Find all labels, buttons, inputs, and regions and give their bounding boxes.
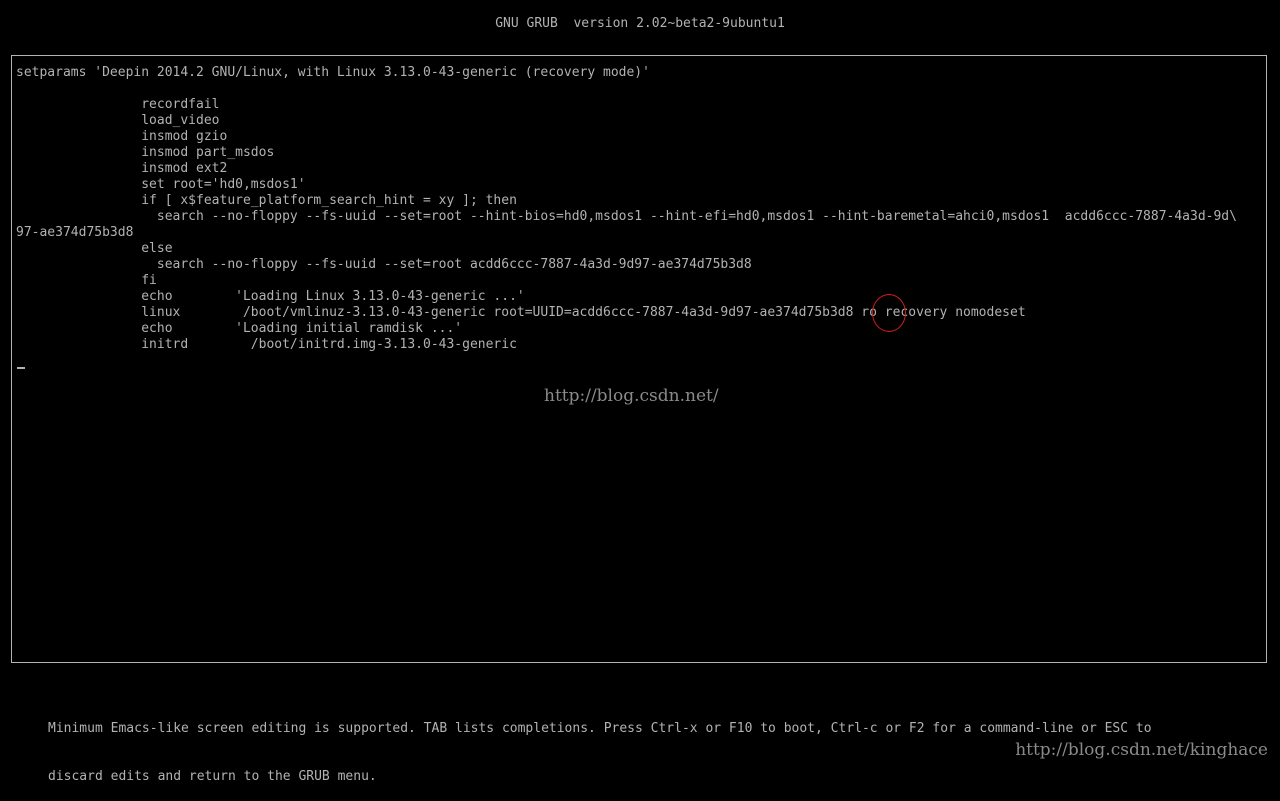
help-line-2: discard edits and return to the GRUB men… xyxy=(48,769,377,784)
red-circle-annotation xyxy=(872,294,906,332)
editor-line-initrd[interactable]: initrd /boot/initrd.img-3.13.0-43-generi… xyxy=(16,337,1237,353)
editor-line-echo-linux[interactable]: echo 'Loading Linux 3.13.0-43-generic ..… xyxy=(16,289,1237,305)
grub-header-title: GNU GRUB version 2.02~beta2-9ubuntu1 xyxy=(495,16,785,31)
editor-line-insmod-ext2[interactable]: insmod ext2 xyxy=(16,161,1237,177)
editor-line-else[interactable]: else xyxy=(16,241,1237,257)
editor-line-search-hint[interactable]: search --no-floppy --fs-uuid --set=root … xyxy=(16,209,1237,225)
editor-line-fi[interactable]: fi xyxy=(16,273,1237,289)
editor-line-load-video[interactable]: load_video xyxy=(16,113,1237,129)
editor-line-insmod-part-msdos[interactable]: insmod part_msdos xyxy=(16,145,1237,161)
watermark-corner: http://blog.csdn.net/kinghace xyxy=(1015,740,1268,760)
watermark-center: http://blog.csdn.net/ xyxy=(544,386,719,406)
text-cursor xyxy=(17,367,25,369)
script-editor-text[interactable]: setparams 'Deepin 2014.2 GNU/Linux, with… xyxy=(16,65,1237,353)
editor-line-insmod-gzio[interactable]: insmod gzio xyxy=(16,129,1237,145)
editor-line-echo-ramdisk[interactable]: echo 'Loading initial ramdisk ...' xyxy=(16,321,1237,337)
editor-line-if[interactable]: if [ x$feature_platform_search_hint = xy… xyxy=(16,193,1237,209)
editor-line-search-hint-wrap[interactable]: 97-ae374d75b3d8 xyxy=(16,225,1237,241)
editor-line-linux-kernel[interactable]: linux /boot/vmlinuz-3.13.0-43-generic ro… xyxy=(16,305,1237,321)
editor-line-recordfail[interactable]: recordfail xyxy=(16,97,1237,113)
editor-line-set-root[interactable]: set root='hd0,msdos1' xyxy=(16,177,1237,193)
editor-line-search[interactable]: search --no-floppy --fs-uuid --set=root … xyxy=(16,257,1237,273)
grub-edit-area[interactable]: setparams 'Deepin 2014.2 GNU/Linux, with… xyxy=(11,55,1267,663)
help-line-1: Minimum Emacs-like screen editing is sup… xyxy=(48,721,1152,736)
editor-line-blank[interactable] xyxy=(16,81,1237,97)
editor-line-setparams[interactable]: setparams 'Deepin 2014.2 GNU/Linux, with… xyxy=(16,65,1237,81)
